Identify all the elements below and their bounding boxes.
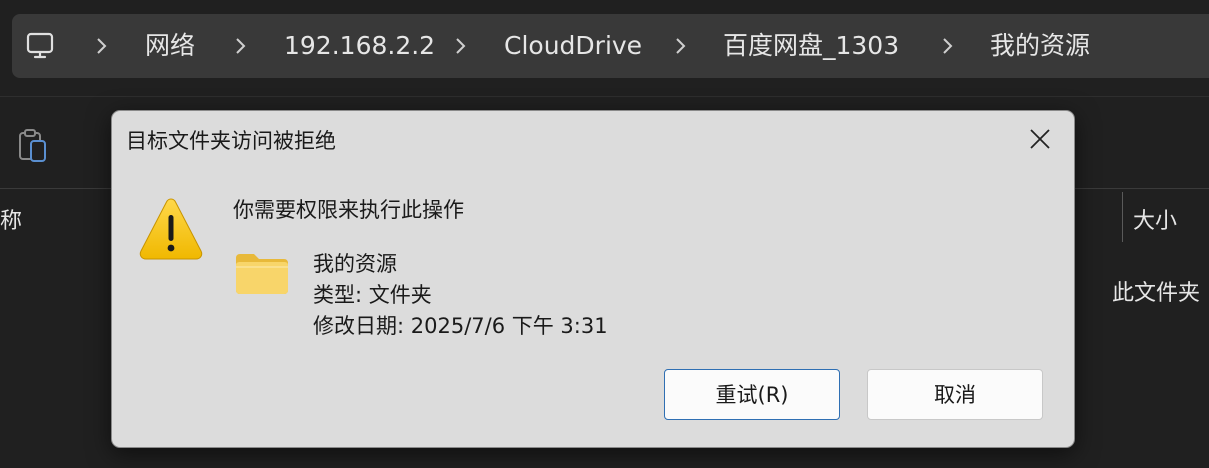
- dialog-message: 你需要权限来执行此操作: [233, 198, 464, 222]
- breadcrumb-item-host[interactable]: 192.168.2.2: [284, 28, 435, 64]
- breadcrumb-item-clouddrive[interactable]: CloudDrive: [504, 28, 642, 64]
- item-modified: 修改日期: 2025/7/6 下午 3:31: [313, 314, 608, 338]
- toolbar-divider: [0, 96, 1209, 97]
- item-type: 类型: 文件夹: [313, 283, 432, 307]
- row-type-cell: 此文件夹: [1112, 281, 1201, 306]
- dialog-title: 目标文件夹访问被拒绝: [126, 129, 336, 153]
- chevron-right-icon[interactable]: [673, 36, 687, 56]
- breadcrumb-item-network[interactable]: 网络: [145, 28, 195, 64]
- retry-button[interactable]: 重试(R): [664, 369, 840, 420]
- computer-icon[interactable]: [26, 32, 54, 60]
- chevron-right-icon[interactable]: [453, 36, 467, 56]
- file-explorer-window: 网络 192.168.2.2 CloudDrive 百度网盘_1303 我的资源…: [0, 0, 1209, 468]
- item-name: 我的资源: [313, 252, 397, 276]
- column-header-size[interactable]: 大小: [1133, 203, 1177, 235]
- warning-icon: [137, 195, 205, 263]
- breadcrumb-item-baidu[interactable]: 百度网盘_1303: [723, 28, 899, 64]
- column-separator[interactable]: [1122, 192, 1123, 242]
- access-denied-dialog: 目标文件夹访问被拒绝 你需要权限来执行此操作 我的资源 类型: 文件夹 修改日期…: [111, 110, 1075, 448]
- breadcrumb-item-current[interactable]: 我的资源: [990, 28, 1090, 64]
- close-icon[interactable]: [1026, 125, 1054, 153]
- column-header-name[interactable]: 称: [0, 203, 22, 235]
- chevron-right-icon[interactable]: [940, 36, 954, 56]
- clipboard-icon[interactable]: [18, 128, 48, 164]
- chevron-right-icon[interactable]: [94, 36, 108, 56]
- folder-icon: [234, 252, 290, 296]
- cancel-button[interactable]: 取消: [867, 369, 1043, 420]
- chevron-right-icon[interactable]: [233, 36, 247, 56]
